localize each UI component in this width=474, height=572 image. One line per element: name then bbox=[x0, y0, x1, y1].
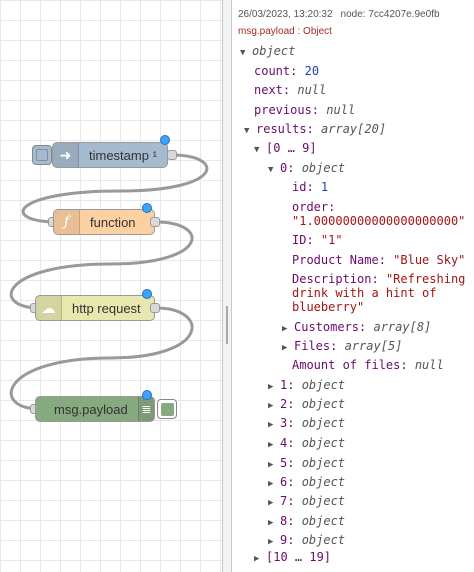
debug-node[interactable]: msg.payload ≣ bbox=[35, 396, 155, 422]
tree-node[interactable]: ▶ 1: object bbox=[268, 378, 345, 395]
changed-indicator bbox=[142, 390, 152, 400]
tree-node[interactable]: ▶ 5: object bbox=[268, 456, 345, 473]
tree-range[interactable]: ▶ [10 … 19] bbox=[254, 550, 331, 567]
tree-value: blueberry" bbox=[292, 300, 365, 314]
debug-toggle-button[interactable] bbox=[157, 399, 177, 419]
tree-node[interactable]: ▼ results: array[20] bbox=[244, 122, 386, 139]
caret-right-icon[interactable]: ▶ bbox=[268, 399, 280, 414]
caret-down-icon[interactable]: ▼ bbox=[268, 163, 280, 178]
flow-wires bbox=[9, 153, 209, 411]
arrow-icon: ➜ bbox=[53, 143, 79, 167]
tree-value: drink with a hint of bbox=[292, 286, 437, 300]
tree-node[interactable]: ▶ 8: object bbox=[268, 514, 345, 531]
caret-right-icon[interactable]: ▶ bbox=[268, 516, 280, 531]
node-label: function bbox=[90, 214, 136, 230]
wire bbox=[9, 306, 194, 411]
node-label: msg.payload bbox=[54, 401, 128, 417]
tree-property: Amount of files: null bbox=[292, 358, 444, 372]
output-port[interactable] bbox=[150, 303, 160, 313]
changed-indicator bbox=[160, 135, 170, 145]
caret-down-icon[interactable]: ▼ bbox=[244, 124, 256, 139]
tree-node[interactable]: ▶ 2: object bbox=[268, 397, 345, 414]
tree-node[interactable]: ▶ Customers: array[8] bbox=[282, 320, 431, 337]
tree-property: previous: null bbox=[254, 103, 356, 117]
node-label: timestamp ¹ bbox=[89, 147, 157, 163]
tree-property: next: null bbox=[254, 83, 327, 97]
debug-panel: 26/03/2023, 13:20:32 node: 7cc4207e.9e0fb… bbox=[232, 0, 474, 572]
message-meta: 26/03/2023, 13:20:32 node: 7cc4207e.9e0fb bbox=[238, 9, 440, 20]
tree-range[interactable]: ▼ [0 … 9] bbox=[254, 141, 317, 158]
tree-node[interactable]: ▶ Files: array[5] bbox=[282, 339, 402, 356]
caret-right-icon[interactable]: ▶ bbox=[268, 380, 280, 395]
caret-right-icon[interactable]: ▶ bbox=[268, 458, 280, 473]
caret-down-icon[interactable]: ▼ bbox=[240, 46, 252, 61]
changed-indicator bbox=[142, 203, 152, 213]
tree-property: ID: "1" bbox=[292, 233, 343, 247]
caret-right-icon[interactable]: ▶ bbox=[282, 322, 294, 337]
inject-button[interactable] bbox=[32, 145, 52, 165]
caret-right-icon[interactable]: ▶ bbox=[268, 535, 280, 550]
output-port[interactable] bbox=[167, 150, 177, 160]
caret-right-icon[interactable]: ▶ bbox=[268, 438, 280, 453]
tree-node[interactable]: ▼ 0: object bbox=[268, 161, 345, 178]
tree-node[interactable]: ▶ 4: object bbox=[268, 436, 345, 453]
splitter-grip[interactable] bbox=[226, 306, 228, 344]
list-icon: ≣ bbox=[137, 397, 154, 421]
tree-node[interactable]: ▶ 6: object bbox=[268, 475, 345, 492]
tree-property: Product Name: "Blue Sky" bbox=[292, 253, 466, 267]
function-icon: ƒ bbox=[54, 210, 80, 234]
tree-property: Description: "Refreshing bbox=[292, 272, 466, 286]
tree-value: "1.00000000000000000000" bbox=[292, 214, 466, 228]
inject-node[interactable]: ➜ timestamp ¹ bbox=[52, 142, 168, 168]
tree-property: count: 20 bbox=[254, 64, 320, 78]
node-label: http request bbox=[72, 300, 141, 316]
tree-node[interactable]: ▶ 3: object bbox=[268, 416, 345, 433]
caret-down-icon[interactable]: ▼ bbox=[254, 143, 266, 158]
changed-indicator bbox=[142, 289, 152, 299]
panel-splitter[interactable] bbox=[222, 0, 232, 572]
caret-right-icon[interactable]: ▶ bbox=[268, 496, 280, 511]
message-topic: msg.payload : Object bbox=[238, 26, 332, 37]
http-request-node[interactable]: ☁ http request bbox=[35, 295, 155, 321]
globe-icon: ☁ bbox=[36, 296, 62, 320]
caret-right-icon[interactable]: ▶ bbox=[282, 341, 294, 356]
message-timestamp: 26/03/2023, 13:20:32 bbox=[238, 9, 333, 20]
function-node[interactable]: ƒ function bbox=[53, 209, 155, 235]
message-node-link[interactable]: node: 7cc4207e.9e0fb bbox=[341, 9, 440, 20]
tree-property: order: bbox=[292, 200, 336, 214]
tree-root[interactable]: ▼ object bbox=[240, 44, 295, 61]
caret-right-icon[interactable]: ▶ bbox=[254, 552, 266, 567]
tree-node[interactable]: ▶ 7: object bbox=[268, 494, 345, 511]
tree-node[interactable]: ▶ 9: object bbox=[268, 533, 345, 550]
tree-property: id: 1 bbox=[292, 180, 329, 194]
caret-right-icon[interactable]: ▶ bbox=[268, 418, 280, 433]
output-port[interactable] bbox=[150, 217, 160, 227]
flow-canvas[interactable]: ➜ timestamp ¹ ƒ function ☁ http request … bbox=[0, 0, 222, 572]
caret-right-icon[interactable]: ▶ bbox=[268, 477, 280, 492]
